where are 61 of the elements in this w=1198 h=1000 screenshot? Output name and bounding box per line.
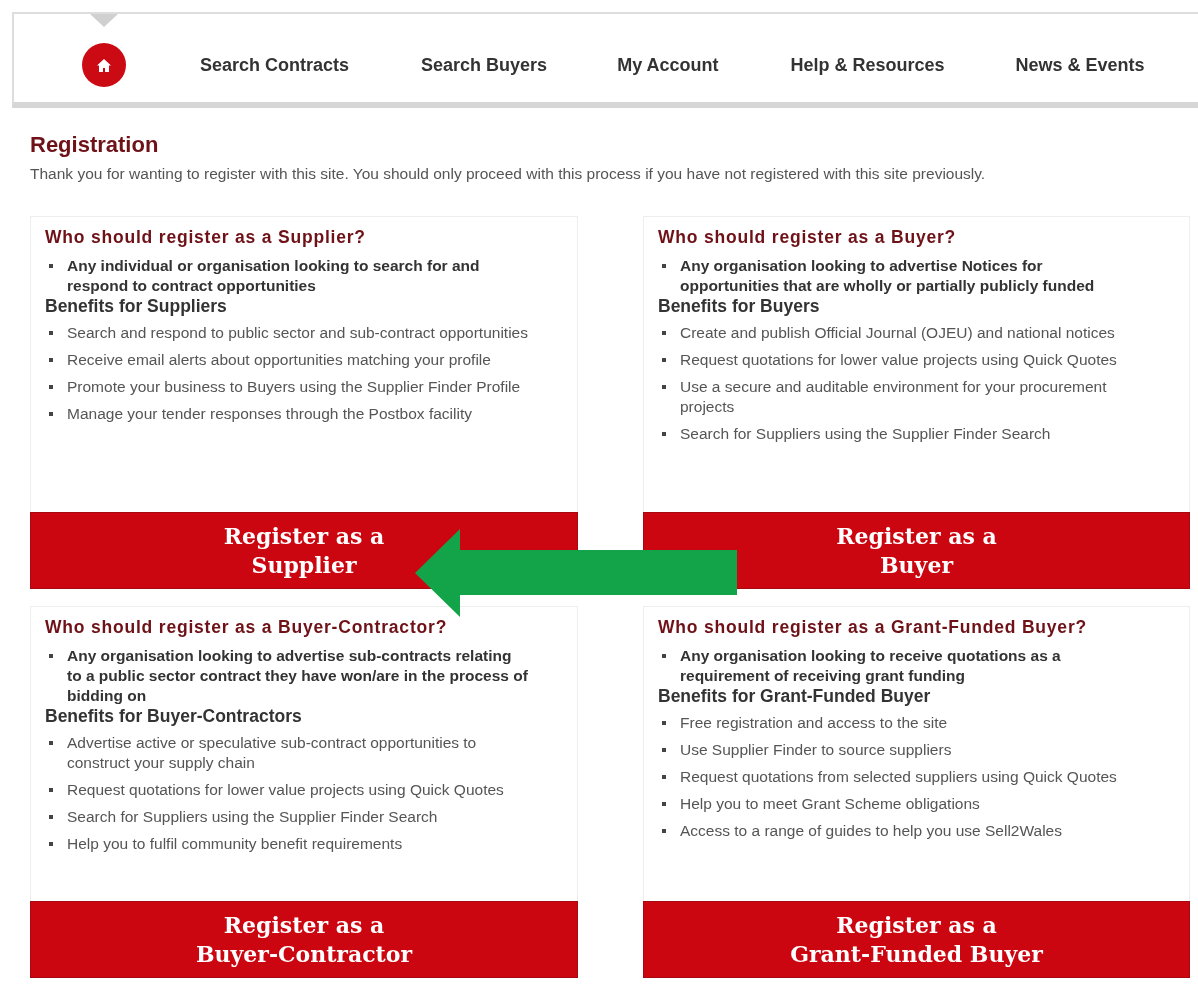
- bullet-icon: [49, 741, 53, 745]
- bullet-icon: [662, 264, 666, 268]
- card-title: Who should register as a Supplier?: [45, 227, 367, 248]
- bullet-icon: [49, 815, 53, 819]
- bullet-text: Manage your tender responses through the Postbox facility: [67, 404, 472, 424]
- page-title: Registration: [30, 132, 160, 158]
- bullet-icon: [662, 331, 666, 335]
- bullet-text: Search and respond to public sector and sub-contract opportunities: [67, 323, 528, 343]
- register-button[interactable]: Register as a Buyer-Contractor: [30, 901, 578, 978]
- bullet-text: Any organisation looking to advertise Notices for opportunities that are wholly or partially publicly funded: [680, 256, 1096, 296]
- bullet-text: Receive email alerts about opportunities matching your profile: [67, 350, 491, 370]
- card-title: Who should register as a Grant-Funded Buyer?: [658, 617, 1088, 638]
- bullet-icon: [662, 802, 666, 806]
- bullet-icon: [662, 385, 666, 389]
- card-title: Who should register as a Buyer?: [658, 227, 958, 248]
- bullet-text: Access to a range of guides to help you use Sell2Wales: [680, 821, 1062, 841]
- bullet-icon: [662, 829, 666, 833]
- bullet-icon: [662, 432, 666, 436]
- bullet-text: Use Supplier Finder to source suppliers: [680, 740, 952, 760]
- card-title: Who should register as a Buyer-Contractor?: [45, 617, 449, 638]
- register-button[interactable]: Register as a Grant-Funded Buyer: [643, 901, 1190, 978]
- home-icon: [97, 58, 111, 72]
- bullet-icon: [662, 775, 666, 779]
- bullet-icon: [49, 654, 53, 658]
- benefits-heading: Benefits for Grant-Funded Buyer: [658, 686, 932, 707]
- bullet-icon: [49, 385, 53, 389]
- bullet-text: Any organisation looking to receive quotations as a requirement of receiving grant funding: [680, 646, 1062, 686]
- bullet-text: Advertise active or speculative sub-contract opportunities to construct your supply chain: [67, 733, 478, 773]
- bullet-icon: [49, 412, 53, 416]
- bullet-text: Create and publish Official Journal (OJEU) and national notices: [680, 323, 1115, 343]
- bullet-text: Request quotations for lower value projects using Quick Quotes: [67, 780, 504, 800]
- benefits-heading: Benefits for Buyer-Contractors: [45, 706, 303, 727]
- bullet-icon: [49, 358, 53, 362]
- bullet-text: Request quotations from selected suppliers using Quick Quotes: [680, 767, 1117, 787]
- bullet-text: Any organisation looking to advertise sub-contracts relating to a public sector contract they have won/are in the process of bidding on: [67, 646, 529, 706]
- nav-link[interactable]: News & Events: [1015, 54, 1145, 76]
- intro-text: Thank you for wanting to register with this site. You should only proceed with this process if you have not registered with this site previously.: [30, 165, 987, 183]
- benefits-heading: Benefits for Buyers: [658, 296, 821, 317]
- bullet-text: Help you to meet Grant Scheme obligations: [680, 794, 980, 814]
- bullet-text: Help you to fulfil community benefit requirements: [67, 834, 403, 854]
- bullet-icon: [49, 788, 53, 792]
- bullet-icon: [49, 331, 53, 335]
- bullet-icon: [662, 654, 666, 658]
- bullet-text: Use a secure and auditable environment for your procurement projects: [680, 377, 1108, 417]
- nav-link[interactable]: Search Contracts: [200, 54, 350, 76]
- nav-link[interactable]: My Account: [617, 54, 719, 76]
- bullet-text: Search for Suppliers using the Supplier Finder Search: [67, 807, 438, 827]
- home-button[interactable]: [82, 43, 126, 87]
- bullet-icon: [49, 842, 53, 846]
- bullet-icon: [662, 358, 666, 362]
- bullet-icon: [662, 748, 666, 752]
- bullet-text: Free registration and access to the site: [680, 713, 948, 733]
- bullet-icon: [662, 721, 666, 725]
- bullet-text: Request quotations for lower value projects using Quick Quotes: [680, 350, 1117, 370]
- bullet-text: Any individual or organisation looking to search for and respond to contract opportunities: [67, 256, 481, 296]
- benefits-heading: Benefits for Suppliers: [45, 296, 228, 317]
- nav-link[interactable]: Search Buyers: [421, 54, 548, 76]
- bullet-text: Search for Suppliers using the Supplier Finder Search: [680, 424, 1051, 444]
- bullet-text: Promote your business to Buyers using the Supplier Finder Profile: [67, 377, 521, 397]
- nav-link[interactable]: Help & Resources: [790, 54, 945, 76]
- bullet-icon: [49, 264, 53, 268]
